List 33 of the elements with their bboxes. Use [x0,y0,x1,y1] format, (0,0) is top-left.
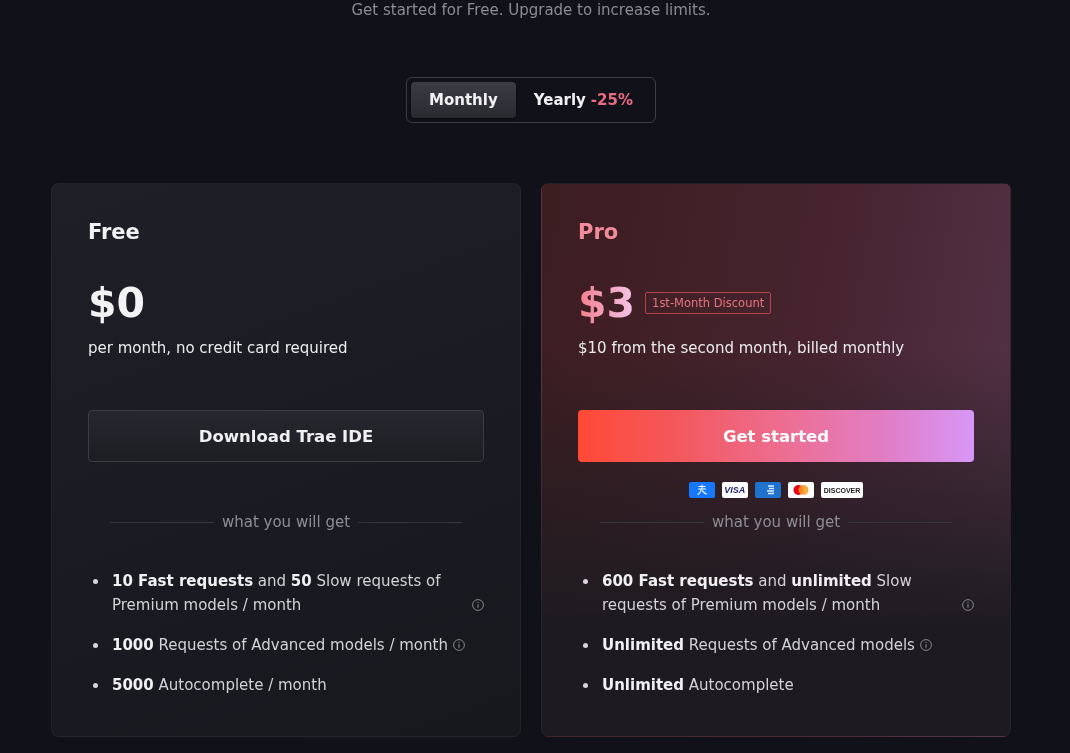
card-logo: VISA [721,482,748,498]
plan-name: Pro [578,219,619,246]
feature-text: Unlimited Autocomplete [602,675,794,696]
divider-label: what you will get [221,513,351,531]
bullet-icon [93,579,98,584]
bullet-icon [93,683,98,688]
page-subtitle: Get started for Free. Upgrade to increase limits. [351,0,711,20]
price-text: $0 [88,279,146,327]
card-logo-icon [787,482,814,498]
bullet-icon [93,643,98,648]
feature-text: Unlimited Requests of Advanced models [602,635,915,656]
feature-text: 10 Fast requests and 50 Slow requests of Premium models / month [112,571,442,616]
price-note: $10 from the second month, billed monthly [578,338,905,359]
card-logo-icon [754,482,781,498]
billing-tab[interactable]: Monthly [411,82,516,118]
billing-tab[interactable]: Yearly -25% [515,82,651,118]
bullet-icon [583,579,588,584]
bullet-icon [583,643,588,648]
divider-label: what you will get [711,513,841,531]
feature-text: 5000 Autocomplete / month [112,675,327,696]
info-icon[interactable] [452,639,465,651]
info-icon[interactable] [472,599,484,611]
feature-text: 1000 Requests of Advanced models / month [112,635,448,656]
discount-label: -25% [590,91,633,109]
plan-button[interactable]: Download Trae IDE [88,410,484,462]
feature-text: 600 Fast requests and unlimited Slow requests of Premium models / month [602,571,913,616]
discount-badge: 1st-Month Discount [645,292,772,314]
info-icon[interactable] [962,599,974,611]
plan-name: Free [88,219,140,246]
price-note: per month, no credit card required [88,338,348,359]
card-logo-icon [688,482,715,498]
bullet-icon [583,683,588,688]
info-icon[interactable] [919,639,932,651]
